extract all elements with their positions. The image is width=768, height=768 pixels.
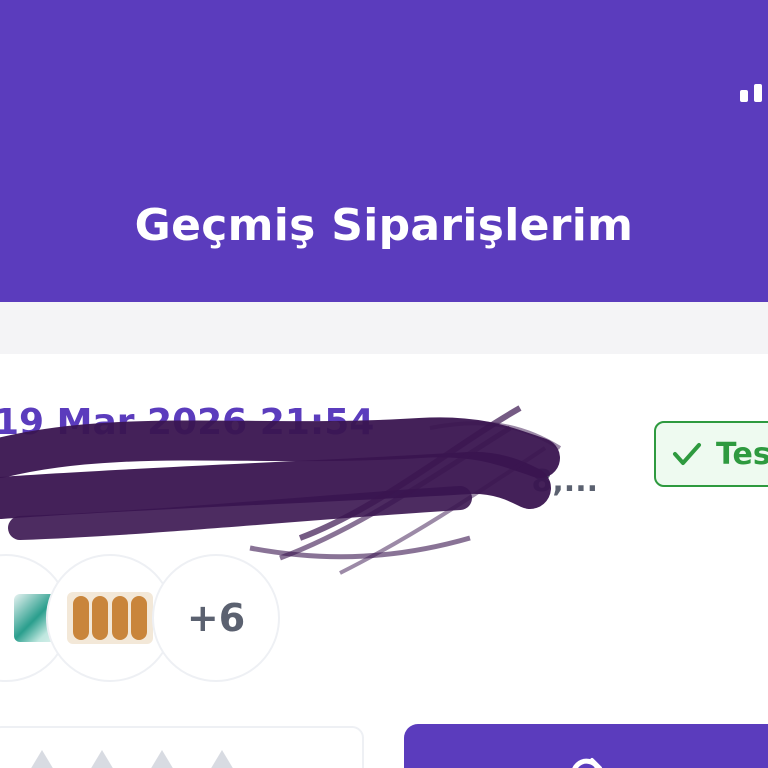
- page-title: Geçmiş Siparişlerim: [134, 200, 634, 251]
- check-icon: [673, 443, 701, 465]
- header-bar: Geçmiş Siparişlerim: [0, 0, 768, 302]
- order-date: 19 Mar 2026 21:54: [0, 402, 375, 443]
- product-image: [67, 592, 153, 644]
- app-root: Geçmiş Siparişlerim 19 Mar 2026 21:54 8,…: [0, 0, 768, 768]
- reorder-button[interactable]: [404, 724, 768, 768]
- more-items-count: +6: [186, 596, 246, 640]
- status-badge: Tes: [654, 421, 768, 487]
- status-label: Tes: [716, 436, 768, 472]
- star-icon[interactable]: [30, 750, 54, 768]
- signal-icon: [740, 80, 768, 102]
- rating-box[interactable]: [0, 726, 364, 768]
- star-icon[interactable]: [210, 750, 234, 768]
- refresh-icon: [572, 758, 602, 768]
- star-icon[interactable]: [150, 750, 174, 768]
- star-icon[interactable]: [90, 750, 114, 768]
- more-items-indicator: +6: [152, 554, 280, 682]
- order-address: 8,...: [531, 464, 598, 499]
